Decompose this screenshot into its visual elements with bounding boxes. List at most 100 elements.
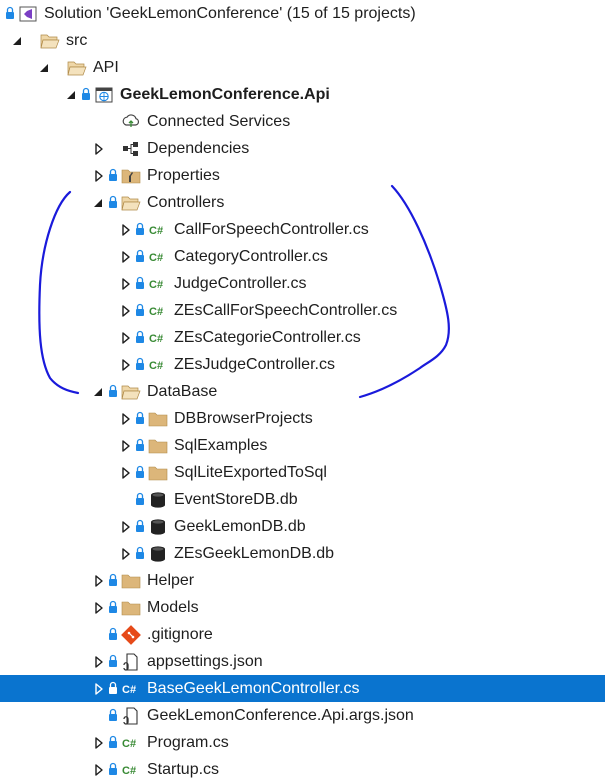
file-node-basegeeklemoncontroller[interactable]: C# BaseGeekLemonController.cs [0, 675, 605, 702]
source-control-lock-icon [107, 378, 119, 405]
git-icon [121, 625, 141, 645]
source-control-lock-icon [107, 162, 119, 189]
expand-arrow-icon[interactable] [91, 675, 107, 702]
svg-text:C#: C# [149, 279, 163, 291]
source-control-lock-icon [134, 270, 146, 297]
solution-icon [18, 4, 38, 24]
folder-node-helper[interactable]: Helper [0, 567, 605, 594]
folder-icon [148, 436, 168, 456]
folder-open-icon [67, 58, 87, 78]
source-control-lock-icon [134, 405, 146, 432]
source-control-lock-icon [134, 486, 146, 513]
svg-text:C#: C# [122, 684, 136, 696]
collapse-arrow-icon[interactable] [91, 378, 107, 405]
expand-arrow-icon[interactable] [118, 351, 134, 378]
svg-text:C#: C# [122, 765, 136, 777]
file-node-appsettings[interactable]: appsettings.json [0, 648, 605, 675]
csharp-file-icon: C# [148, 301, 168, 321]
csharp-file-icon: C# [148, 328, 168, 348]
file-node-apiargs[interactable]: GeekLemonConference.Api.args.json [0, 702, 605, 729]
file-node-program[interactable]: C# Program.cs [0, 729, 605, 756]
source-control-lock-icon [107, 567, 119, 594]
node-label: API [93, 59, 119, 76]
node-label: src [66, 32, 88, 49]
expand-arrow-icon[interactable] [91, 648, 107, 675]
node-label: GeekLemonDB.db [174, 518, 306, 535]
collapse-arrow-icon[interactable] [91, 189, 107, 216]
node-label: ZEsJudgeController.cs [174, 356, 335, 373]
file-node-zesgeeklemondb[interactable]: ZEsGeekLemonDB.db [0, 540, 605, 567]
expand-arrow-icon[interactable] [118, 405, 134, 432]
source-control-lock-icon [134, 459, 146, 486]
folder-node-dbbrowserprojects[interactable]: DBBrowserProjects [0, 405, 605, 432]
expand-arrow-icon[interactable] [118, 243, 134, 270]
folder-open-icon [121, 382, 141, 402]
source-control-lock-icon [107, 648, 119, 675]
expand-arrow-icon[interactable] [118, 324, 134, 351]
expand-arrow-icon[interactable] [118, 216, 134, 243]
expand-arrow-icon[interactable] [118, 540, 134, 567]
folder-node-sqlexamples[interactable]: SqlExamples [0, 432, 605, 459]
solution-node[interactable]: Solution 'GeekLemonConference' (15 of 15… [0, 0, 605, 27]
source-control-lock-icon [107, 621, 119, 648]
node-label: ZEsCategorieController.cs [174, 329, 361, 346]
csharp-file-icon: C# [121, 760, 141, 780]
folder-node-sqlliteexportedtosql[interactable]: SqlLiteExportedToSql [0, 459, 605, 486]
file-node-categorycontroller[interactable]: C# CategoryController.cs [0, 243, 605, 270]
node-label: Connected Services [147, 113, 291, 130]
folder-open-icon [121, 193, 141, 213]
node-label: appsettings.json [147, 653, 263, 670]
node-label: GeekLemonConference.Api [120, 86, 330, 103]
file-node-callforspeechcontroller[interactable]: C# CallForSpeechController.cs [0, 216, 605, 243]
connected-services-node[interactable]: Connected Services [0, 108, 605, 135]
expand-arrow-icon[interactable] [118, 270, 134, 297]
expand-arrow-icon[interactable] [118, 459, 134, 486]
file-node-gitignore[interactable]: .gitignore [0, 621, 605, 648]
node-label: ZEsGeekLemonDB.db [174, 545, 335, 562]
expand-arrow-icon[interactable] [118, 432, 134, 459]
csharp-file-icon: C# [148, 247, 168, 267]
expand-arrow-icon[interactable] [91, 729, 107, 756]
expand-arrow-icon[interactable] [91, 594, 107, 621]
file-node-startup[interactable]: C# Startup.cs [0, 756, 605, 783]
csharp-file-icon: C# [148, 274, 168, 294]
node-label: Models [147, 599, 199, 616]
dependencies-icon [121, 139, 141, 159]
file-node-geeklemondb[interactable]: GeekLemonDB.db [0, 513, 605, 540]
file-node-zescategoriecontroller[interactable]: C# ZEsCategorieController.cs [0, 324, 605, 351]
file-node-eventstoredb[interactable]: EventStoreDB.db [0, 486, 605, 513]
dependencies-node[interactable]: Dependencies [0, 135, 605, 162]
node-label: SqlExamples [174, 437, 268, 454]
expand-arrow-icon[interactable] [91, 756, 107, 783]
expand-arrow-icon[interactable] [91, 567, 107, 594]
folder-node-api[interactable]: API [0, 54, 605, 81]
expand-arrow-icon[interactable] [91, 162, 107, 189]
collapse-arrow-icon[interactable] [10, 27, 26, 54]
properties-node[interactable]: Properties [0, 162, 605, 189]
folder-node-database[interactable]: DataBase [0, 378, 605, 405]
node-label: .gitignore [147, 626, 213, 643]
source-control-lock-icon [134, 351, 146, 378]
expand-arrow-icon[interactable] [91, 135, 107, 162]
node-label: GeekLemonConference.Api.args.json [147, 707, 414, 724]
folder-icon [148, 463, 168, 483]
folder-node-controllers[interactable]: Controllers [0, 189, 605, 216]
folder-node-models[interactable]: Models [0, 594, 605, 621]
file-node-zescallforspeechcontroller[interactable]: C# ZEsCallForSpeechController.cs [0, 297, 605, 324]
node-label: Solution 'GeekLemonConference' (15 of 15… [44, 5, 416, 22]
node-label: DBBrowserProjects [174, 410, 313, 427]
collapse-arrow-icon[interactable] [64, 81, 80, 108]
web-project-icon [94, 85, 114, 105]
project-node-api[interactable]: GeekLemonConference.Api [0, 81, 605, 108]
source-control-lock-icon [134, 540, 146, 567]
collapse-arrow-icon[interactable] [37, 54, 53, 81]
folder-open-icon [40, 31, 60, 51]
file-node-judgecontroller[interactable]: C# JudgeController.cs [0, 270, 605, 297]
database-icon [148, 544, 168, 564]
properties-folder-icon [121, 166, 141, 186]
node-label: CategoryController.cs [174, 248, 328, 265]
expand-arrow-icon[interactable] [118, 297, 134, 324]
folder-node-src[interactable]: src [0, 27, 605, 54]
file-node-zesjudgecontroller[interactable]: C# ZEsJudgeController.cs [0, 351, 605, 378]
expand-arrow-icon[interactable] [118, 513, 134, 540]
